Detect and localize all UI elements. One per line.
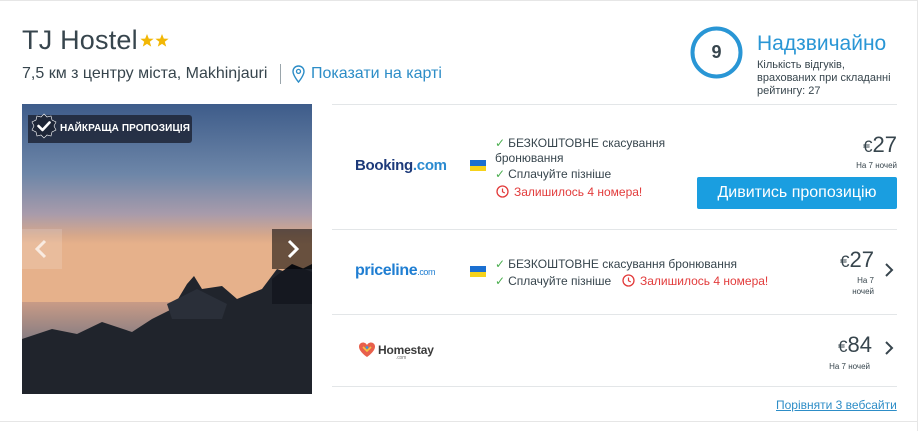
location-divider	[280, 64, 281, 84]
partner-logo-booking[interactable]: Booking.com	[355, 157, 447, 174]
clock-icon	[622, 274, 635, 287]
rating-label: Надзвичайно	[757, 32, 887, 55]
hotel-name[interactable]: TJ Hostel	[22, 25, 138, 56]
offer-feature-pay-later: ✓ Сплачуйте пізніше	[495, 274, 612, 288]
clock-icon	[496, 185, 509, 198]
partner-name: priceline	[355, 262, 418, 279]
offer-price: €27	[863, 132, 897, 157]
view-offer-button[interactable]: Дивитись пропозицію	[697, 177, 897, 209]
card-bottom-border	[0, 421, 918, 422]
partner-logo-priceline[interactable]: priceline.com	[355, 262, 436, 280]
check-icon: ✓	[495, 274, 506, 288]
offer-feature-free-cancel: ✓ БЕЗКОШТОВНЕ скасування бронювання	[495, 136, 666, 165]
rating-score: 9	[711, 42, 722, 62]
chevron-right-icon[interactable]	[884, 263, 894, 277]
map-pin-icon[interactable]	[292, 65, 305, 83]
partner-suffix: .com	[412, 157, 447, 174]
hotel-photo[interactable]	[22, 104, 312, 394]
chevron-left-icon	[34, 239, 47, 259]
offer-separator	[332, 314, 897, 315]
badge-check-icon	[31, 113, 57, 139]
offer-feature-pay-later: ✓ Сплачуйте пізніше	[495, 167, 612, 181]
hotel-card: TJ Hostel 7,5 км з центру міста, Makhinj…	[0, 0, 918, 431]
ukraine-flag-icon	[470, 160, 486, 171]
chevron-right-icon	[287, 239, 300, 259]
partner-name: Booking	[355, 157, 413, 174]
show-on-map-link[interactable]: Показати на карті	[311, 65, 442, 83]
star-rating-icon	[140, 34, 169, 47]
offer-price: €84	[838, 332, 872, 357]
offer-nights: На 7 ночей	[829, 362, 870, 371]
partner-suffix: .com	[417, 267, 436, 277]
offer-separator	[332, 229, 897, 230]
offer-feature-free-cancel: ✓ БЕЗКОШТОВНЕ скасування бронювання	[495, 257, 737, 271]
check-icon: ✓	[495, 136, 506, 150]
offers-divider	[332, 104, 897, 105]
photo-prev-button[interactable]	[22, 229, 62, 269]
chevron-right-icon[interactable]	[884, 341, 894, 355]
partner-suffix: .com	[396, 355, 407, 361]
rooms-left-warning: Залишилось 4 номера!	[640, 274, 769, 288]
best-offer-label: НАЙКРАЩА ПРОПОЗИЦІЯ	[60, 123, 191, 134]
photo-next-button[interactable]	[272, 229, 312, 269]
check-icon: ✓	[495, 167, 506, 181]
sunset-photo-image	[22, 104, 312, 394]
rating-review-note: Кількість відгуків, врахованих при склад…	[757, 59, 891, 97]
offer-price: €27	[840, 247, 874, 272]
offer-nights: На 7 ночей	[852, 276, 874, 296]
hotel-location: 7,5 км з центру міста, Makhinjauri	[22, 65, 268, 82]
ukraine-flag-icon	[470, 266, 486, 277]
offer-separator	[332, 386, 897, 387]
homestay-heart-icon	[359, 342, 375, 357]
compare-websites-link[interactable]: Порівняти 3 вебсайти	[776, 398, 897, 412]
partner-logo-homestay[interactable]: Homestay .com	[378, 343, 434, 361]
offer-nights: На 7 ночей	[856, 161, 897, 170]
rooms-left-warning: Залишилось 4 номера!	[514, 185, 643, 199]
check-icon: ✓	[495, 257, 506, 271]
